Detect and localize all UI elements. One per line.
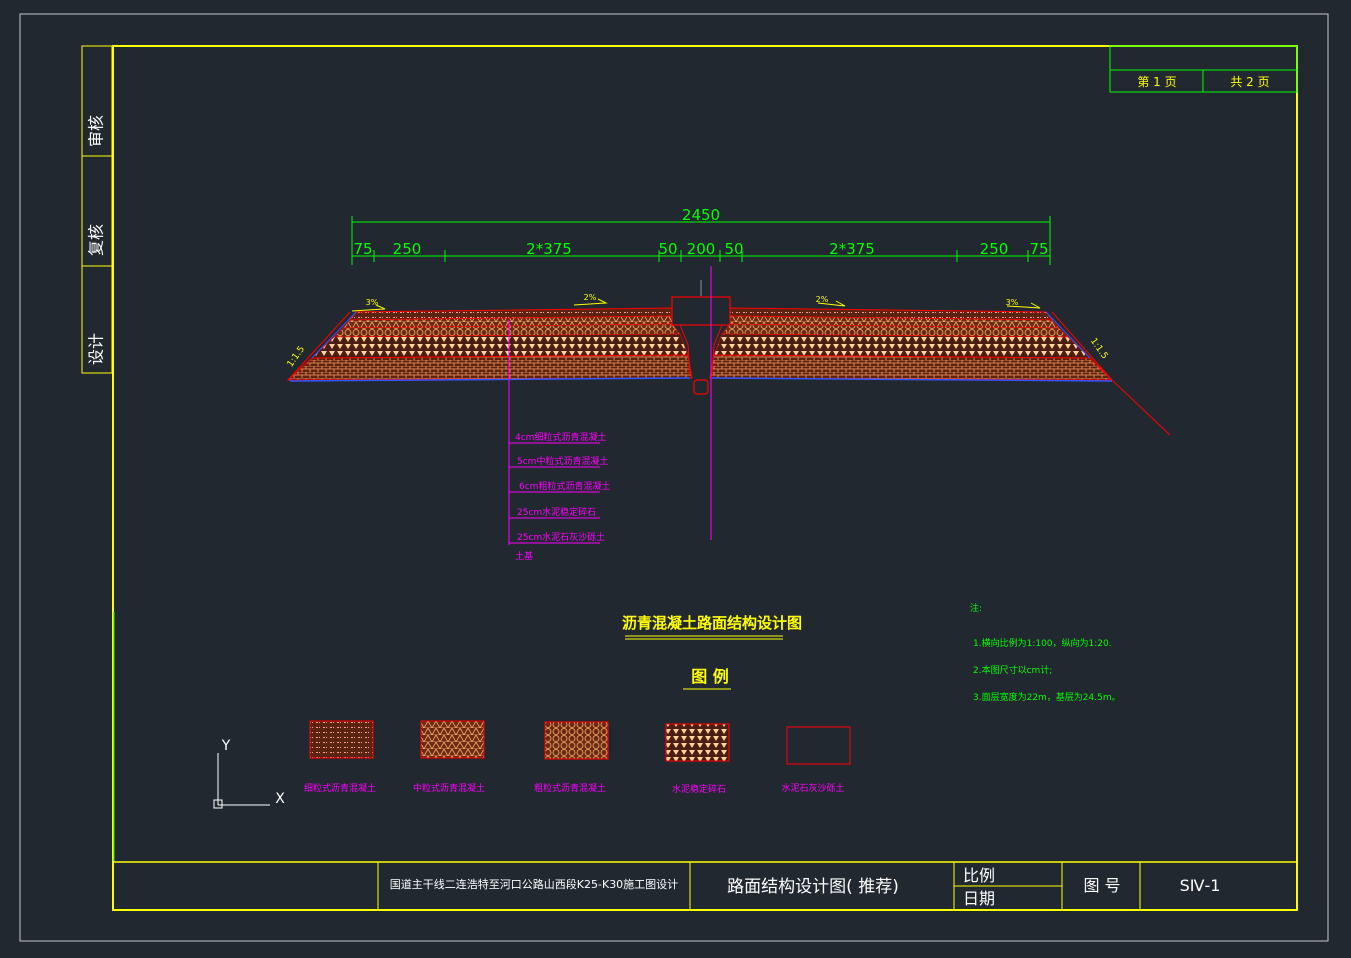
project-name: 国道主干线二连浩特至河口公路山西段K25-K30施工图设计 xyxy=(390,877,678,891)
crossfall-label-2: 2% xyxy=(584,293,597,302)
dim-seg-4: 50 xyxy=(658,240,677,258)
right-lime-layer xyxy=(709,354,1114,381)
legend-label-lime: 水泥石灰沙砾土 xyxy=(781,782,844,794)
layer-label-1: 4cm细粒式沥青混凝土 xyxy=(515,431,606,443)
legend-swatch-lime xyxy=(786,726,851,765)
sidebar-design-label: 设计 xyxy=(87,333,106,365)
date-label: 日期 xyxy=(963,889,995,908)
approval-sidebar: 审核 复核 设计 xyxy=(81,45,113,374)
note-1: 1.横向比例为1:100，纵向为1:20. xyxy=(973,637,1112,649)
dim-seg-6: 50 xyxy=(724,240,743,258)
median-curb xyxy=(671,296,731,326)
inner-frame xyxy=(112,45,1298,911)
legend-title: 图 例 xyxy=(691,667,729,686)
dim-seg-9: 75 xyxy=(1029,240,1048,258)
sidebar-recheck-label: 复核 xyxy=(87,224,106,256)
crossfall-label-1: 3% xyxy=(366,298,379,307)
legend: 细粒式沥青混凝土 中粒式沥青混凝土 粗粒式沥青混凝土 水泥稳定碎石 水泥石灰沙砾… xyxy=(304,720,851,795)
outer-frame xyxy=(19,13,1329,942)
legend-swatch-stabilized xyxy=(665,723,730,762)
left-lime-layer xyxy=(286,354,693,381)
page-counter-box: 第 1 页 共 2 页 xyxy=(1109,45,1298,93)
note-3: 3.面层宽度为22m，基层为24.5m。 xyxy=(973,691,1121,703)
notes-title: 注: xyxy=(970,602,982,614)
ucs-x-label: X xyxy=(275,791,285,807)
drawing-title: 沥青混凝土路面结构设计图 xyxy=(622,614,802,632)
note-2: 2.本图尺寸以cm计; xyxy=(973,664,1052,676)
crossfall-label-4: 3% xyxy=(1006,298,1019,307)
dim-seg-8: 250 xyxy=(980,240,1009,258)
legend-label-stabilized: 水泥稳定碎石 xyxy=(672,783,726,795)
dim-seg-2: 250 xyxy=(393,240,422,258)
page-number-label: 第 1 页 xyxy=(1137,75,1176,89)
legend-swatch-medium xyxy=(420,720,485,759)
right-fill-slope xyxy=(1111,379,1171,436)
crossfall-label-3: 2% xyxy=(816,295,829,304)
sidebar-review-label: 审核 xyxy=(87,115,106,147)
dim-seg-1: 75 xyxy=(353,240,372,258)
legend-label-medium: 中粒式沥青混凝土 xyxy=(413,782,485,794)
layer-label-3: 6cm粗粒式沥青混凝土 xyxy=(519,480,610,492)
title-block: 国道主干线二连浩特至河口公路山西段K25-K30施工图设计 路面结构设计图( 推… xyxy=(113,861,1297,910)
legend-swatch-coarse xyxy=(544,721,609,760)
layer-label-4: 25cm水泥稳定碎石 xyxy=(517,506,596,518)
layer-label-2: 5cm中粒式沥青混凝土 xyxy=(517,455,608,467)
legend-swatch-fine xyxy=(309,720,374,759)
dim-seg-7: 2*375 xyxy=(829,240,875,258)
road-cross-section: 3% 2% 2% 3% 1:1.5 1:1.5 xyxy=(286,266,1171,540)
layer-label-5: 25cm水泥石灰沙砾土 xyxy=(517,531,605,543)
notes: 注: 1.横向比例为1:100，纵向为1:20. 2.本图尺寸以cm计; 3.面… xyxy=(970,602,1121,703)
drawing-no-label: 图 号 xyxy=(1083,876,1120,895)
legend-label-coarse: 粗粒式沥青混凝土 xyxy=(534,782,606,794)
dim-total: 2450 xyxy=(682,206,720,224)
left-stab-layer xyxy=(311,333,689,359)
dimension-text: 2450 75 250 2*375 50 200 50 2*375 250 75 xyxy=(353,206,1048,258)
drawing-no: SⅣ-1 xyxy=(1180,876,1221,895)
side-slope-right: 1:1.5 xyxy=(1088,337,1109,362)
dim-seg-3: 2*375 xyxy=(526,240,572,258)
right-stab-layer xyxy=(713,333,1091,359)
legend-label-fine: 细粒式沥青混凝土 xyxy=(304,782,376,794)
cad-drawing-canvas[interactable]: 审核 复核 设计 第 1 页 共 2 页 2450 75 250 2*375 5… xyxy=(0,0,1351,958)
ucs-icon: Y X xyxy=(213,738,285,809)
drawing-name: 路面结构设计图( 推荐) xyxy=(727,877,899,897)
ucs-y-label: Y xyxy=(221,738,231,754)
dim-seg-5: 200 xyxy=(687,240,716,258)
scale-label: 比例 xyxy=(963,866,995,885)
layer-label-6: 土基 xyxy=(515,550,533,562)
page-total-label: 共 2 页 xyxy=(1230,75,1269,89)
drain-pipe xyxy=(693,379,709,395)
